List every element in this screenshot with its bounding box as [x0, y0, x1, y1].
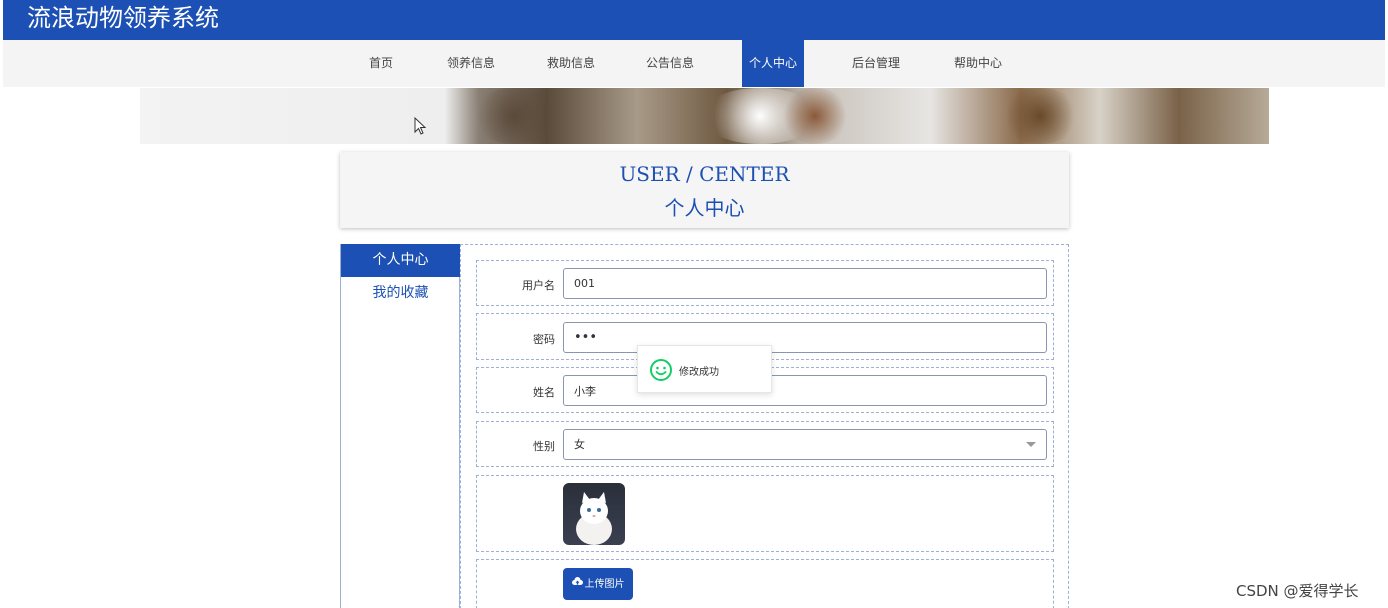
password-input[interactable]: ••• [563, 322, 1047, 353]
upload-image-label: 上传图片 [584, 579, 625, 590]
banner-image [140, 88, 1269, 144]
nav-item-admin[interactable]: 后台管理 [845, 40, 907, 87]
upload-image-button[interactable]: 上传图片 [563, 568, 633, 600]
smile-icon [650, 359, 672, 381]
username-label: 用户名 [522, 279, 555, 292]
cloud-upload-icon [571, 568, 583, 600]
nav-item-help[interactable]: 帮助中心 [947, 40, 1009, 87]
app-title: 流浪动物领养系统 [27, 4, 219, 32]
password-label: 密码 [533, 333, 555, 346]
name-label: 姓名 [533, 386, 555, 399]
name-input[interactable] [563, 375, 1047, 406]
user-center-title-zh: 个人中心 [664, 196, 745, 220]
avatar-image [563, 483, 625, 545]
user-center-title-card: USER / CENTER 个人中心 [340, 152, 1069, 228]
form-row-upload: 上传图片 [476, 559, 1054, 608]
toast-message: 修改成功 [679, 367, 719, 378]
watermark-text: CSDN @爱得学长 [1236, 582, 1359, 600]
app-header: 流浪动物领养系统 [3, 0, 1385, 40]
nav-item-user-center[interactable]: 个人中心 [742, 40, 804, 87]
mouse-cursor-icon [414, 117, 426, 135]
user-center-title-en: USER / CENTER [619, 162, 790, 186]
side-menu: 个人中心 我的收藏 [340, 244, 460, 608]
gender-label: 性别 [533, 440, 555, 453]
side-item-user-center[interactable]: 个人中心 [341, 244, 460, 277]
form-row-username: 用户名 [476, 260, 1054, 306]
gender-select[interactable]: 女 [563, 429, 1047, 460]
nav-item-rescue[interactable]: 救助信息 [540, 40, 602, 87]
gender-select-value: 女 [574, 438, 585, 451]
form-row-gender: 性别 女 [476, 421, 1054, 467]
username-input[interactable] [563, 268, 1047, 299]
form-row-avatar [476, 475, 1054, 552]
profile-form: 用户名 密码 ••• 姓名 性别 女 [460, 244, 1069, 608]
chevron-down-icon [1026, 442, 1036, 447]
success-toast: 修改成功 [637, 345, 772, 393]
nav-item-notice[interactable]: 公告信息 [639, 40, 701, 87]
nav-item-adoption[interactable]: 领养信息 [440, 40, 502, 87]
cat-photo-icon [576, 492, 612, 545]
top-nav: 首页 领养信息 救助信息 公告信息 个人中心 后台管理 帮助中心 [3, 40, 1385, 87]
nav-item-home[interactable]: 首页 [358, 40, 404, 87]
side-item-favorites[interactable]: 我的收藏 [341, 277, 460, 310]
